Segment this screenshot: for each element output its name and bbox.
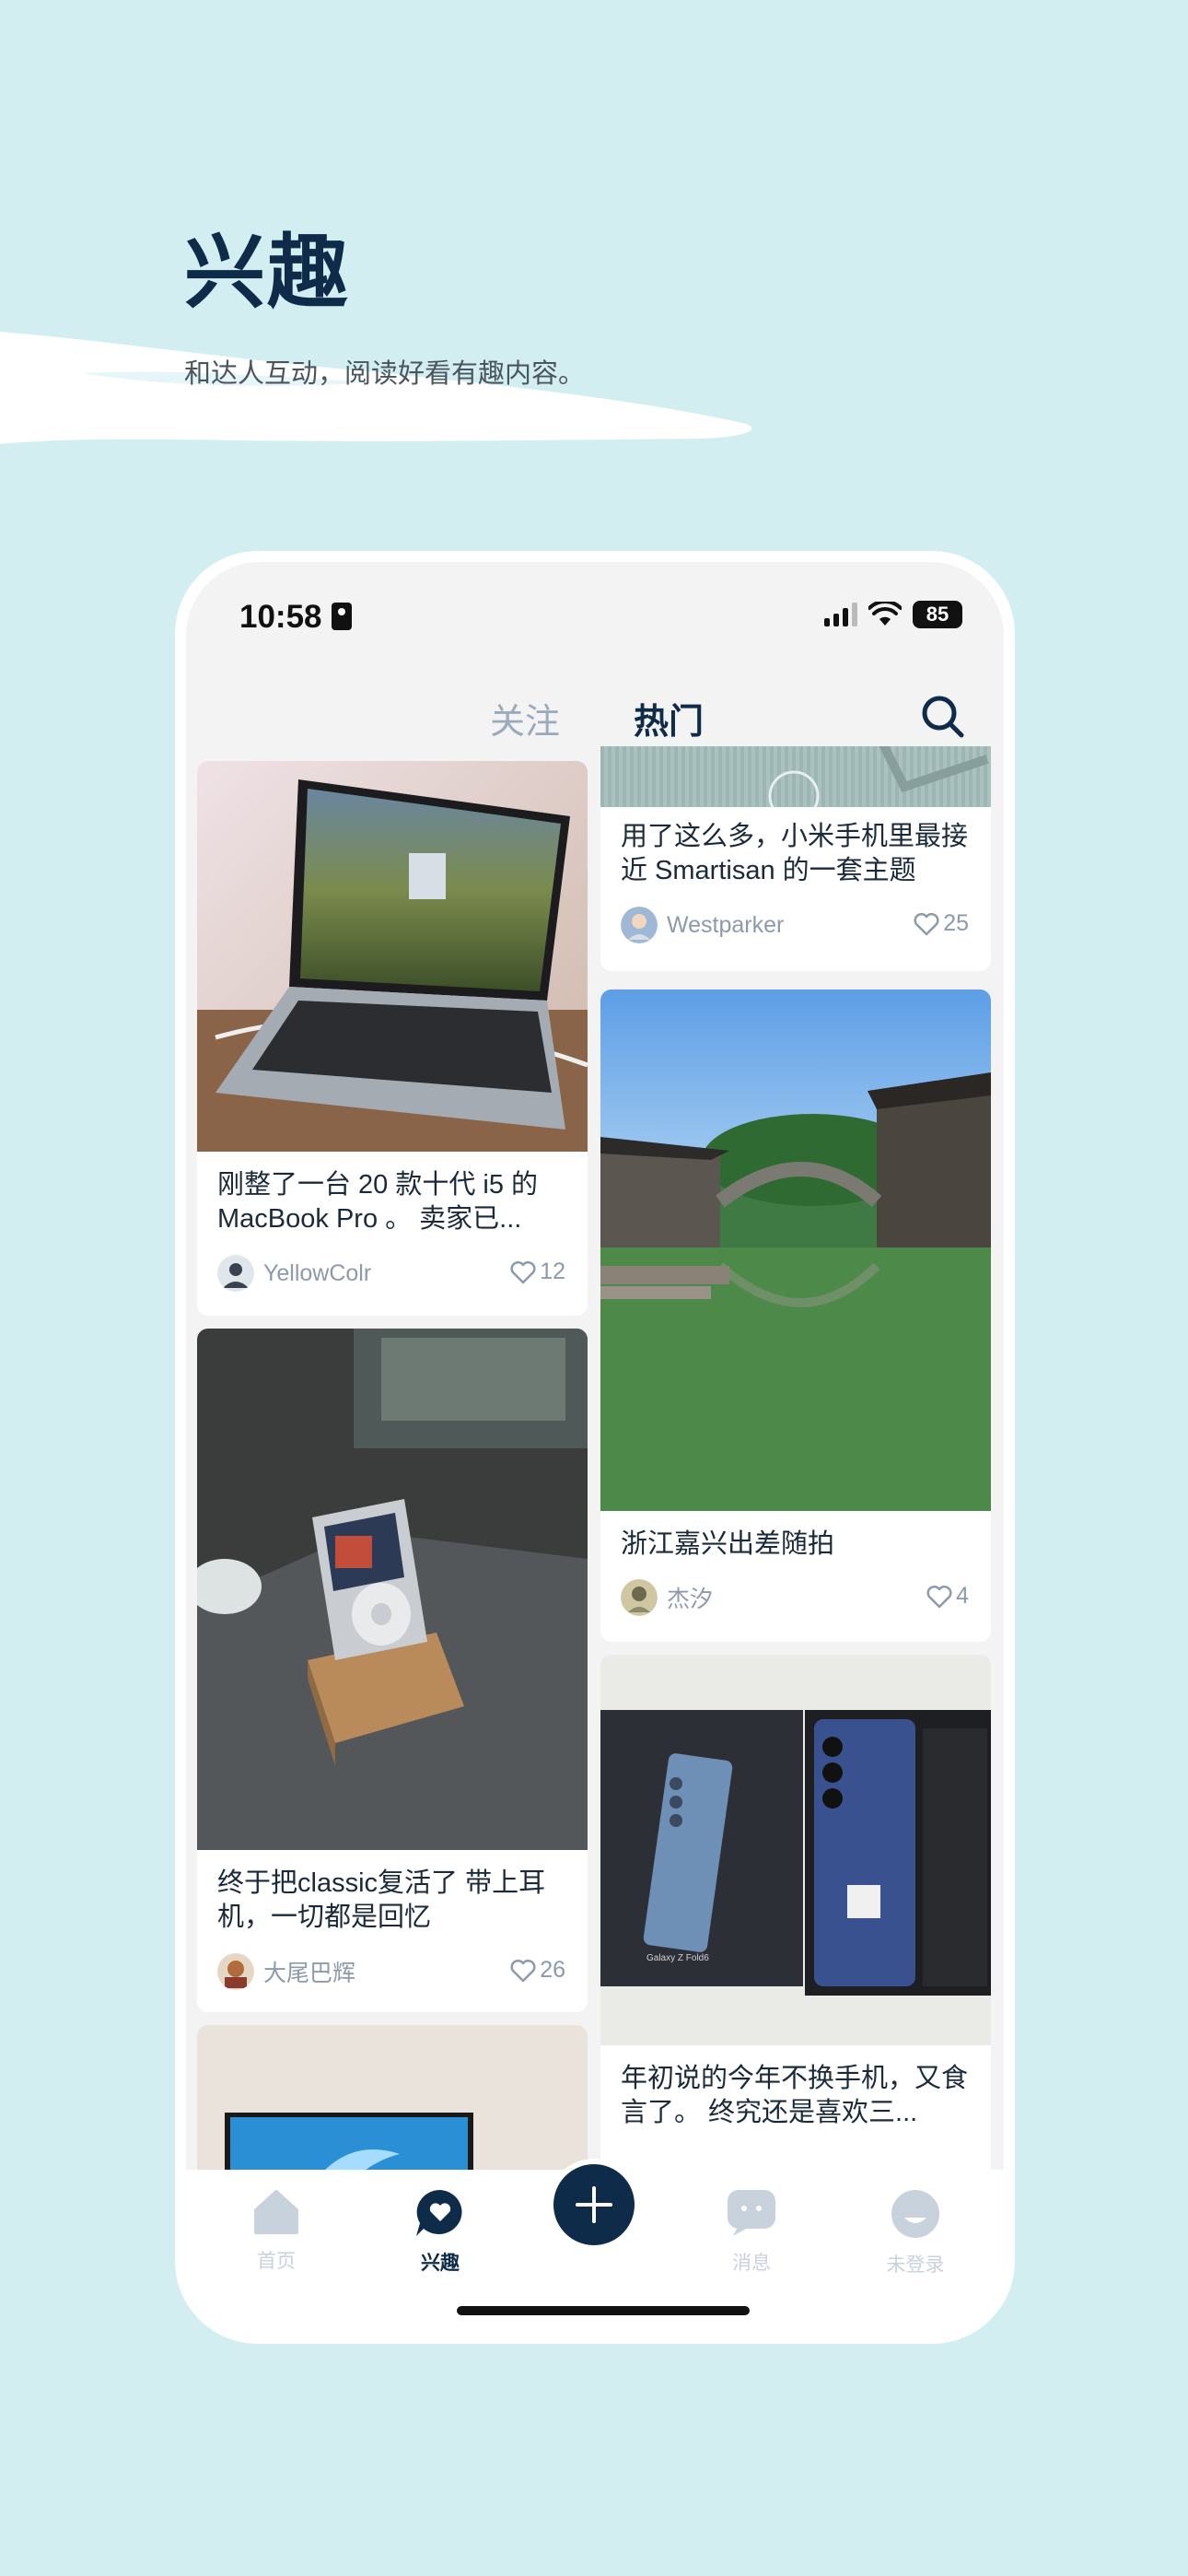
signal-icon [824,603,857,626]
author-name[interactable]: 大尾巴辉 [263,1955,355,1988]
tab-hot[interactable]: 热门 [634,693,705,753]
theme-screenshot [600,746,991,807]
home-icon [254,2190,298,2234]
tab-follow[interactable]: 关注 [490,693,560,744]
top-tabs: 关注 热门 [186,673,1004,753]
phone-screen: 10:58 85 关注 热门 刚整了一台 20 款十代 i5 的 MacBook… [186,562,1004,2333]
heart-icon [926,1585,952,1608]
page-subtitle: 和达人互动，阅读好看有趣内容。 [184,359,586,389]
galaxy-z-fold6-photo: Galaxy Z Fold6 [600,1655,991,2045]
like-number: 12 [540,1259,565,1284]
heart-icon [510,1260,536,1283]
battery-icon: 85 [913,601,962,628]
cloud-decoration [0,332,752,444]
page-title: 兴趣 [184,227,351,318]
feed-card[interactable]: Galaxy Z Fold6 年初说的今年不换手机，又食言了。 终究还是喜欢三.… [600,1655,991,2170]
card-author: YellowColr [217,1255,371,1292]
like-count[interactable]: 25 [914,910,969,937]
nav-messages[interactable]: 消息 [696,2188,807,2276]
nav-home-label: 首页 [257,2251,296,2272]
avatar [621,907,658,943]
avatar [621,1579,658,1616]
feed-card[interactable] [197,2025,588,2170]
like-count[interactable]: 26 [510,1957,565,1984]
box-label: Galaxy Z Fold6 [646,1953,709,1963]
chat-bubble-icon [728,2190,775,2236]
ipod-classic-photo [197,1329,588,1850]
plus-icon [576,2186,612,2223]
card-title: 年初说的今年不换手机，又食言了。 终究还是喜欢三... [621,2064,969,2127]
card-author: Westparker [621,907,784,943]
nav-home[interactable]: 首页 [221,2188,332,2274]
avatar [217,1255,254,1292]
heart-icon [914,912,939,935]
heart-icon [510,1959,536,1982]
author-name[interactable]: YellowColr [263,1260,371,1287]
like-number: 4 [956,1583,969,1609]
card-title: 用了这么多，小米手机里最接近 Smartisan 的一套主题 [621,822,969,885]
add-post-button[interactable] [548,2159,640,2251]
feed: 刚整了一台 20 款十代 i5 的 MacBook Pro 。 卖家已... Y… [186,746,1004,2170]
author-name[interactable]: 杰汐 [667,1581,713,1614]
nav-profile[interactable]: 未登录 [860,2188,971,2277]
feed-card[interactable]: 浙江嘉兴出差随拍 杰汐 4 [600,989,991,1642]
macbook-photo [197,761,588,1152]
avatar [217,1953,254,1990]
wifi-icon [868,602,902,626]
phone-frame: 10:58 85 关注 热门 刚整了一台 20 款十代 i5 的 MacBook… [175,551,1015,2344]
water-town-photo [600,989,991,1511]
laptop-windows-photo [197,2025,588,2170]
feed-card[interactable]: 用了这么多，小米手机里最接近 Smartisan 的一套主题 Westparke… [600,746,991,971]
card-author: 大尾巴辉 [217,1953,355,1990]
status-time: 10:58 [239,599,322,635]
card-title: 终于把classic复活了 带上耳机，一切都是回忆 [217,1868,546,1932]
user-face-icon [891,2190,939,2238]
nav-profile-label: 未登录 [886,2254,945,2276]
card-author: 杰汐 [621,1579,713,1616]
heart-bubble-icon [416,2189,462,2236]
home-indicator[interactable] [457,2306,750,2315]
status-icons: 85 [824,601,962,628]
card-title: 浙江嘉兴出差随拍 [621,1529,835,1559]
like-count[interactable]: 12 [510,1259,565,1285]
nav-interest-label: 兴趣 [421,2253,460,2274]
nav-interest[interactable]: 兴趣 [385,2188,495,2276]
feed-card[interactable]: 刚整了一台 20 款十代 i5 的 MacBook Pro 。 卖家已... Y… [197,761,588,1316]
person-card-icon [332,603,352,630]
like-number: 26 [540,1957,565,1983]
like-number: 25 [943,910,969,936]
card-title: 刚整了一台 20 款十代 i5 的 MacBook Pro 。 卖家已... [217,1170,539,1234]
author-name[interactable]: Westparker [667,912,784,939]
search-icon[interactable] [919,693,967,741]
feed-card[interactable]: 终于把classic复活了 带上耳机，一切都是回忆 大尾巴辉 26 [197,1329,588,2012]
nav-messages-label: 消息 [732,2253,771,2274]
like-count[interactable]: 4 [926,1583,969,1610]
